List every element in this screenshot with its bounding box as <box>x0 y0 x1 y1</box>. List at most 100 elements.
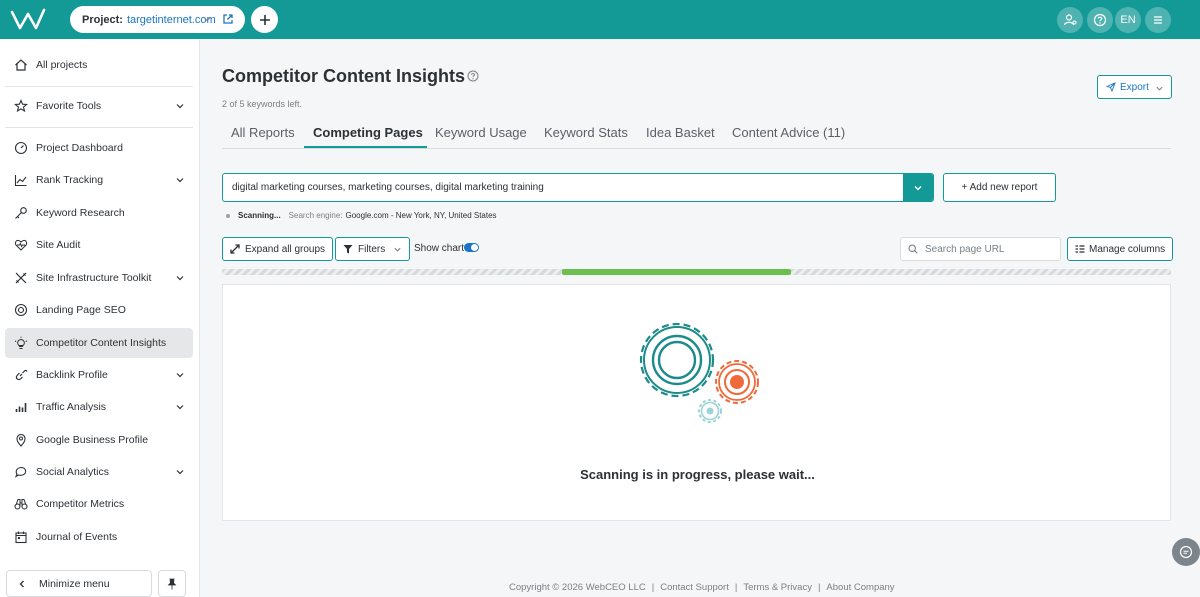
add-new-report-button[interactable]: + Add new report <box>943 173 1056 202</box>
language-label: EN <box>1120 14 1136 26</box>
sidebar-item-traffic-analysis[interactable]: Traffic Analysis <box>5 392 193 422</box>
question-circle-icon <box>1093 13 1107 27</box>
active-tab-indicator <box>304 146 427 148</box>
sidebar-item-label: Journal of Events <box>36 531 118 543</box>
pin-menu-button[interactable] <box>158 570 186 597</box>
sidebar-item-keyword-research[interactable]: Keyword Research <box>5 198 193 228</box>
language-button[interactable]: EN <box>1115 7 1141 33</box>
chevron-down-icon[interactable] <box>175 101 185 111</box>
sidebar-divider <box>5 86 193 87</box>
sidebar-item-google-business-profile[interactable]: Google Business Profile <box>5 425 193 455</box>
sidebar-item-competitor-metrics[interactable]: Competitor Metrics <box>5 489 193 519</box>
keyword-set-selector[interactable]: digital marketing courses, marketing cou… <box>222 173 934 202</box>
sidebar-item-competitor-content-insights[interactable]: Competitor Content Insights <box>5 328 193 358</box>
chevron-left-icon <box>19 580 24 587</box>
top-bar: Project: targetinternet.com EN <box>0 0 1200 39</box>
keyword-set-value: digital marketing courses, marketing cou… <box>232 182 544 193</box>
chevron-down-icon <box>394 247 401 252</box>
tab-competing-pages[interactable]: Competing Pages <box>313 125 423 140</box>
chevron-down-icon <box>1156 86 1163 91</box>
show-chart-toggle[interactable] <box>464 243 479 252</box>
expand-all-groups-button[interactable]: Expand all groups <box>222 237 334 261</box>
pin-icon <box>167 578 177 589</box>
add-project-button[interactable] <box>251 6 278 33</box>
external-link-icon[interactable] <box>222 13 234 25</box>
sidebar: All projects Favorite Tools Project Dash… <box>0 39 200 597</box>
binoculars-icon <box>14 497 28 511</box>
help-circle-icon[interactable] <box>467 70 479 82</box>
map-pin-icon <box>14 433 28 447</box>
project-label: Project: <box>82 13 123 26</box>
about-company-link[interactable]: About Company <box>826 582 894 593</box>
tab-idea-basket[interactable]: Idea Basket <box>646 125 715 140</box>
search-icon <box>908 244 918 254</box>
webceo-logo-icon[interactable] <box>10 6 48 32</box>
sidebar-item-project-dashboard[interactable]: Project Dashboard <box>5 133 193 163</box>
search-page-url-input[interactable] <box>925 243 1055 255</box>
help-button[interactable] <box>1087 7 1113 33</box>
sidebar-item-label: Competitor Metrics <box>36 498 125 510</box>
tab-keyword-stats[interactable]: Keyword Stats <box>544 125 628 140</box>
footer: Copyright © 2026 WebCEO LLC | Contact Supp… <box>509 582 895 593</box>
keyword-set-dropdown-button[interactable] <box>903 174 933 201</box>
filters-button[interactable]: Filters <box>335 237 411 261</box>
sidebar-item-label: Social Analytics <box>36 466 109 478</box>
report-tabs: All Reports Competing Pages Keyword Usag… <box>222 121 1171 149</box>
heart-pulse-icon <box>14 238 28 252</box>
sidebar-item-label: Keyword Research <box>36 207 125 219</box>
bar-chart-icon <box>14 400 28 414</box>
key-icon <box>14 206 28 220</box>
chevron-down-icon <box>203 17 211 22</box>
sidebar-item-all-projects[interactable]: All projects <box>5 50 193 80</box>
sidebar-item-journal-of-events[interactable]: Journal of Events <box>5 522 193 552</box>
chevron-down-icon[interactable] <box>175 467 185 477</box>
expand-arrows-icon <box>230 244 240 254</box>
project-selector[interactable]: Project: targetinternet.com <box>70 6 245 33</box>
show-chart-label: Show chart <box>414 243 465 254</box>
support-chat-button[interactable] <box>1172 538 1200 566</box>
sidebar-item-backlink-profile[interactable]: Backlink Profile <box>5 360 193 390</box>
user-settings-button[interactable] <box>1057 7 1083 33</box>
sidebar-item-site-audit[interactable]: Site Audit <box>5 230 193 260</box>
manage-columns-label: Manage columns <box>1089 243 1166 255</box>
plus-icon <box>259 14 270 25</box>
chat-bubble-icon <box>1179 545 1193 559</box>
chevron-down-icon[interactable] <box>175 175 185 185</box>
sidebar-item-favorite-tools[interactable]: Favorite Tools <box>5 91 193 121</box>
contact-support-link[interactable]: Contact Support <box>660 582 729 593</box>
sidebar-item-site-infrastructure-toolkit[interactable]: Site Infrastructure Toolkit <box>5 263 193 293</box>
tab-all-reports[interactable]: All Reports <box>231 125 295 140</box>
add-new-report-label: + Add new report <box>961 182 1038 193</box>
sidebar-divider <box>5 127 193 128</box>
chevron-down-icon[interactable] <box>175 273 185 283</box>
sidebar-item-rank-tracking[interactable]: Rank Tracking <box>5 165 193 195</box>
chat-icon <box>14 465 28 479</box>
copyright-text: Copyright © 2026 WebCEO LLC <box>509 582 646 593</box>
sidebar-item-label: Favorite Tools <box>36 100 102 112</box>
sidebar-item-social-analytics[interactable]: Social Analytics <box>5 457 193 487</box>
line-chart-icon <box>14 173 28 187</box>
dashboard-icon <box>14 141 28 155</box>
home-icon <box>14 58 28 72</box>
tab-keyword-usage[interactable]: Keyword Usage <box>435 125 527 140</box>
user-gear-icon <box>1063 14 1077 26</box>
sidebar-item-label: Landing Page SEO <box>36 304 126 316</box>
minimize-menu-button[interactable]: Minimize menu <box>6 570 152 597</box>
sidebar-item-landing-page-seo[interactable]: Landing Page SEO <box>5 295 193 325</box>
target-icon <box>14 303 28 317</box>
terms-privacy-link[interactable]: Terms & Privacy <box>743 582 812 593</box>
search-page-url-field[interactable] <box>900 237 1061 261</box>
sidebar-item-label: Site Infrastructure Toolkit <box>36 272 152 284</box>
main-menu-button[interactable] <box>1145 7 1171 33</box>
sidebar-item-label: Rank Tracking <box>36 174 104 186</box>
tab-content-advice[interactable]: Content Advice (11) <box>732 125 845 140</box>
export-button[interactable]: Export <box>1097 75 1172 99</box>
chevron-down-icon[interactable] <box>175 370 185 380</box>
chevron-down-icon[interactable] <box>175 402 185 412</box>
star-icon <box>14 99 28 113</box>
scan-status-line: Scanning... Search engine: Google.com - … <box>226 211 497 220</box>
link-icon <box>14 368 28 382</box>
lightbulb-icon <box>14 336 28 350</box>
manage-columns-button[interactable]: Manage columns <box>1067 237 1174 261</box>
scan-progress-fill <box>561 269 792 275</box>
